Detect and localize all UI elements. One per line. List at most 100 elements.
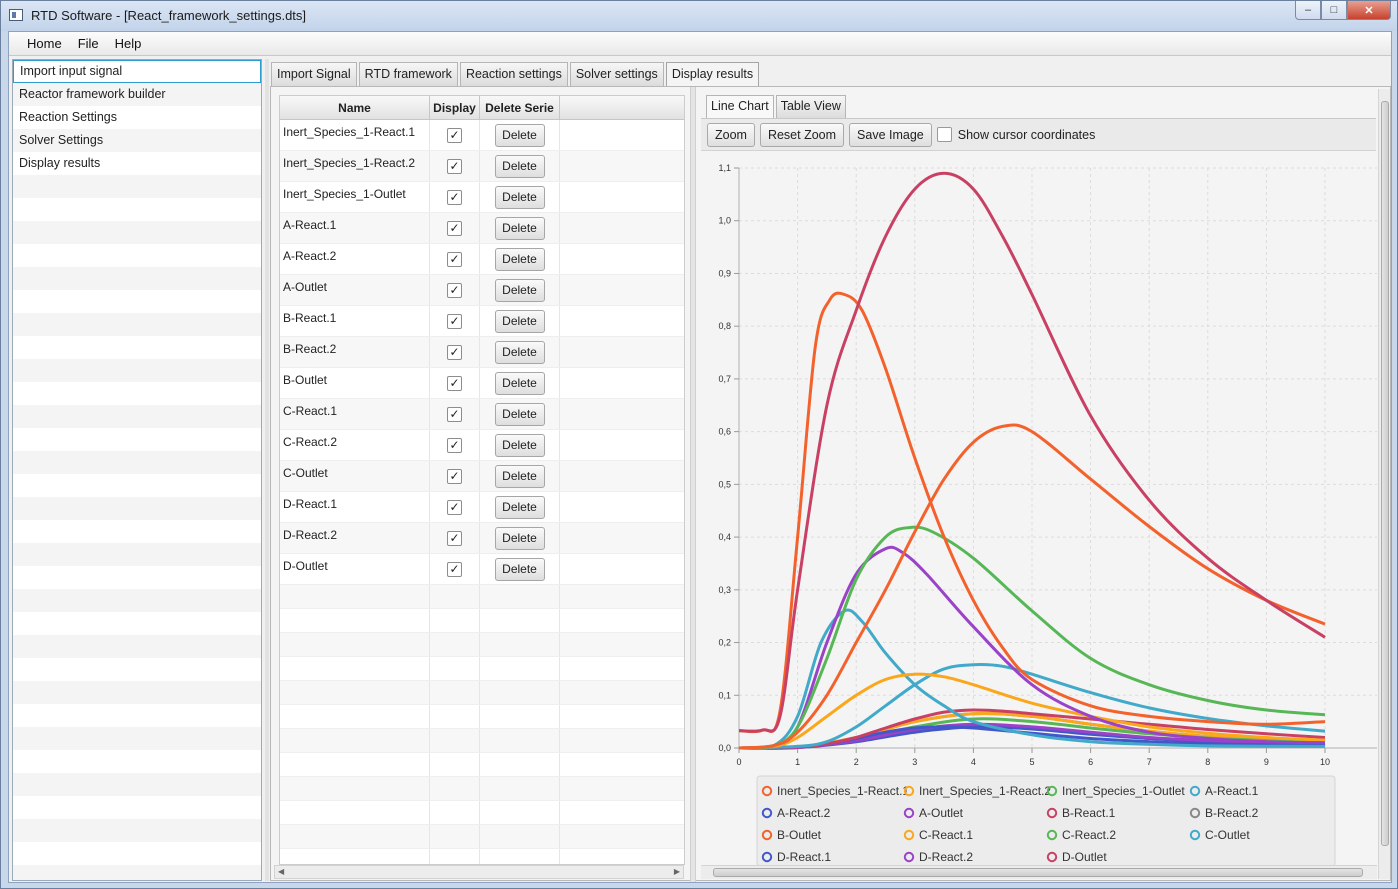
display-cell: ✓ — [430, 275, 480, 305]
delete-button[interactable]: Delete — [494, 185, 545, 209]
display-checkbox[interactable]: ✓ — [447, 313, 462, 329]
close-icon[interactable]: ✕ — [1347, 1, 1391, 20]
sidebar-item[interactable]: Reaction Settings — [13, 106, 261, 129]
filler-cell — [560, 244, 684, 274]
table-row: A-React.2 ✓ Delete — [280, 244, 684, 275]
y-tick-label: 0,8 — [718, 321, 731, 331]
display-checkbox[interactable]: ✓ — [447, 468, 462, 484]
legend-label: Inert_Species_1-React.1 — [777, 784, 909, 798]
chart-toolbar: Zoom Reset Zoom Save Image Show cursor c… — [701, 118, 1376, 151]
tab-solver-settings[interactable]: Solver settings — [569, 62, 664, 86]
sidebar-empty-row — [13, 681, 261, 704]
scroll-right-icon[interactable]: ▶ — [674, 866, 680, 878]
scroll-thumb[interactable] — [713, 868, 1363, 877]
empty-table-row — [280, 801, 684, 825]
pane-divider[interactable] — [690, 87, 696, 882]
delete-button[interactable]: Delete — [494, 402, 545, 426]
display-checkbox[interactable]: ✓ — [447, 499, 462, 515]
table-row: C-React.2 ✓ Delete — [280, 430, 684, 461]
tab-import-signal[interactable]: Import Signal — [271, 62, 357, 86]
reset-zoom-button[interactable]: Reset Zoom — [759, 122, 845, 147]
delete-button[interactable]: Delete — [494, 526, 545, 550]
display-checkbox[interactable]: ✓ — [447, 406, 462, 422]
sidebar-item[interactable]: Solver Settings — [13, 129, 261, 152]
series-name: A-React.2 — [280, 244, 430, 274]
sidebar-empty-row — [13, 175, 261, 198]
display-checkbox[interactable]: ✓ — [447, 189, 462, 205]
delete-button[interactable]: Delete — [494, 433, 545, 457]
sidebar-empty-row — [13, 290, 261, 313]
series-name: C-React.2 — [280, 430, 430, 460]
cursor-coordinates-checkbox[interactable] — [936, 127, 952, 142]
tab-display-results[interactable]: Display results — [665, 62, 760, 86]
table-body: Inert_Species_1-React.1 ✓ Delete Inert_Spec… — [280, 120, 684, 864]
menu-file[interactable]: File — [70, 36, 107, 51]
menu-help[interactable]: Help — [107, 36, 150, 51]
display-checkbox[interactable]: ✓ — [447, 561, 462, 577]
display-checkbox[interactable]: ✓ — [447, 127, 462, 143]
display-checkbox[interactable]: ✓ — [447, 375, 462, 391]
delete-button[interactable]: Delete — [494, 495, 545, 519]
filler-cell — [560, 213, 684, 243]
delete-button[interactable]: Delete — [494, 278, 545, 302]
empty-table-row — [280, 849, 684, 864]
display-checkbox[interactable]: ✓ — [447, 530, 462, 546]
filler-cell — [560, 368, 684, 398]
save-image-button[interactable]: Save Image — [849, 122, 932, 147]
col-header-filler — [560, 96, 684, 120]
delete-button[interactable]: Delete — [494, 464, 545, 488]
legend-label: A-Outlet — [919, 806, 964, 820]
sidebar-empty-row — [13, 635, 261, 658]
table-row: C-Outlet ✓ Delete — [280, 461, 684, 492]
sidebar-item[interactable]: Reactor framework builder — [13, 83, 261, 106]
filler-cell — [560, 306, 684, 336]
scroll-thumb[interactable] — [1381, 101, 1389, 846]
col-header-delete[interactable]: Delete Serie — [480, 96, 560, 120]
col-header-display[interactable]: Display — [430, 96, 480, 120]
maximize-icon[interactable]: □ — [1321, 1, 1347, 20]
display-cell: ✓ — [430, 492, 480, 522]
window-title: RTD Software - [React_framework_settings… — [31, 8, 307, 23]
series-name: B-React.1 — [280, 306, 430, 336]
delete-button[interactable]: Delete — [494, 557, 545, 581]
y-tick-label: 0,2 — [718, 638, 731, 648]
zoom-button[interactable]: Zoom — [707, 122, 755, 147]
chart-horizontal-scrollbar[interactable] — [701, 865, 1377, 879]
table-row: B-React.1 ✓ Delete — [280, 306, 684, 337]
delete-button[interactable]: Delete — [494, 247, 545, 271]
display-checkbox[interactable]: ✓ — [447, 437, 462, 453]
menu-home[interactable]: Home — [19, 36, 70, 51]
scroll-left-icon[interactable]: ◀ — [278, 866, 284, 878]
line-chart[interactable]: 0,0 0,1 0,2 0,3 0,4 0,5 0,6 0,7 0,8 0,9 1,0 1,1 0 1 2 3… — [701, 153, 1377, 873]
legend-label: D-React.1 — [777, 850, 831, 864]
tab-rtd-framework[interactable]: RTD framework — [358, 62, 458, 86]
minimize-icon[interactable]: – — [1295, 1, 1321, 20]
display-cell: ✓ — [430, 430, 480, 460]
delete-button[interactable]: Delete — [494, 309, 545, 333]
empty-table-row — [280, 777, 684, 801]
delete-button[interactable]: Delete — [494, 371, 545, 395]
sidebar-empty-row — [13, 842, 261, 865]
col-header-name[interactable]: Name — [280, 96, 430, 120]
tab-reaction-settings[interactable]: Reaction settings — [459, 62, 568, 86]
chart-vertical-scrollbar[interactable] — [1378, 89, 1390, 879]
display-checkbox[interactable]: ✓ — [447, 220, 462, 236]
tab-table-view[interactable]: Table View — [775, 95, 846, 118]
delete-cell: Delete — [480, 182, 560, 212]
table-row: D-React.2 ✓ Delete — [280, 523, 684, 554]
display-checkbox[interactable]: ✓ — [447, 344, 462, 360]
display-checkbox[interactable]: ✓ — [447, 251, 462, 267]
x-tick-label: 1 — [795, 757, 800, 767]
empty-table-row — [280, 705, 684, 729]
delete-button[interactable]: Delete — [494, 154, 545, 178]
split-divider[interactable] — [265, 59, 269, 881]
tab-line-chart[interactable]: Line Chart — [706, 95, 774, 118]
table-horizontal-scrollbar[interactable]: ◀ ▶ — [274, 865, 684, 879]
display-checkbox[interactable]: ✓ — [447, 282, 462, 298]
display-checkbox[interactable]: ✓ — [447, 158, 462, 174]
delete-button[interactable]: Delete — [494, 340, 545, 364]
delete-button[interactable]: Delete — [494, 216, 545, 240]
sidebar-item[interactable]: Import input signal — [13, 60, 261, 83]
delete-button[interactable]: Delete — [494, 123, 545, 147]
sidebar-item[interactable]: Display results — [13, 152, 261, 175]
